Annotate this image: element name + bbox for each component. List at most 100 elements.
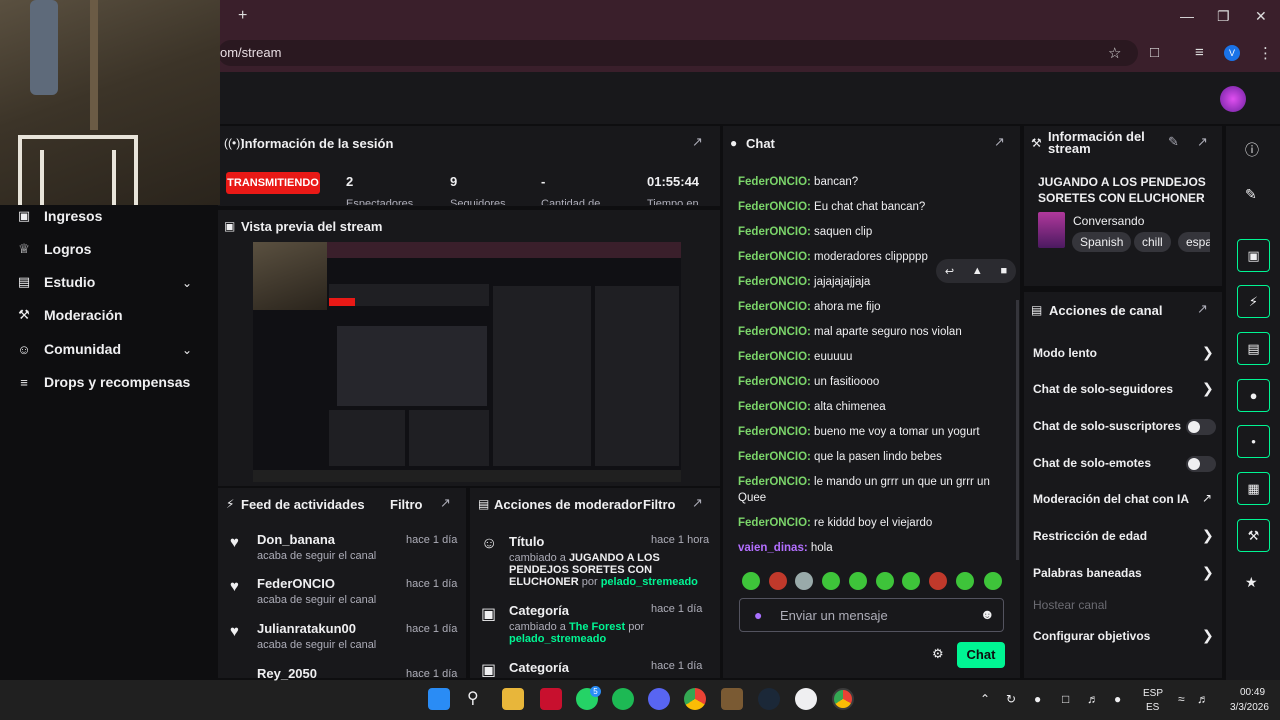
- minecraft-icon[interactable]: [721, 688, 743, 710]
- camera-icon[interactable]: ▣: [1237, 239, 1270, 272]
- nav-item[interactable]: ☺ Comunidad: [16, 341, 121, 357]
- channel-action-label[interactable]: Chat de solo-seguidores: [1033, 382, 1173, 396]
- chat-message[interactable]: FederONCIO: Eu chat chat bancan?: [738, 199, 1003, 215]
- extensions-icon[interactable]: □: [1150, 44, 1159, 61]
- nav-item[interactable]: ♕ Logros: [16, 241, 91, 257]
- chat-scrollbar[interactable]: [1016, 300, 1019, 560]
- mod-popout-icon[interactable]: ↗: [692, 495, 703, 511]
- feed-item-name[interactable]: Julianratakun00: [257, 621, 356, 636]
- chat-icon[interactable]: ●: [1237, 379, 1270, 412]
- chevron-right-icon[interactable]: ❯: [1202, 344, 1214, 361]
- tag-chip[interactable]: Spanish: [1072, 232, 1132, 252]
- channel-action-label[interactable]: Configurar objetivos: [1033, 629, 1150, 643]
- emote-icon[interactable]: [742, 572, 760, 590]
- chat-username[interactable]: FederONCIO: [738, 517, 807, 529]
- app-icon[interactable]: [795, 688, 817, 710]
- mic-tray-icon[interactable]: ●: [1114, 692, 1121, 706]
- chat-message[interactable]: FederONCIO: le mando un grrr un que un g…: [738, 474, 1003, 506]
- toggle-switch[interactable]: [1186, 419, 1216, 435]
- chat-message[interactable]: FederONCIO: bancan?: [738, 174, 1003, 190]
- chat-username[interactable]: FederONCIO: [738, 326, 807, 338]
- channel-action-label[interactable]: Modo lento: [1033, 346, 1097, 360]
- chat-username[interactable]: FederONCIO: [738, 276, 807, 288]
- chat-username[interactable]: FederONCIO: [738, 251, 807, 263]
- chat-username[interactable]: FederONCIO: [738, 426, 807, 438]
- channel-action-label[interactable]: Chat de solo-emotes: [1033, 456, 1151, 470]
- emote-icon[interactable]: [876, 572, 894, 590]
- tag-chip[interactable]: espa: [1178, 232, 1210, 252]
- chat-username[interactable]: FederONCIO: [738, 351, 807, 363]
- chat-username[interactable]: FederONCIO: [738, 176, 807, 188]
- channel-action-label[interactable]: Restricción de edad: [1033, 529, 1147, 543]
- emoji-icon[interactable]: ☻: [980, 606, 995, 622]
- clock-time[interactable]: 00:49: [1240, 687, 1265, 698]
- broadcast-icon[interactable]: •: [1237, 425, 1270, 458]
- emote-icon[interactable]: [929, 572, 947, 590]
- emote-icon[interactable]: [902, 572, 920, 590]
- chat-message[interactable]: FederONCIO: un fasitioooo: [738, 374, 1003, 390]
- maximize-icon[interactable]: ❐: [1217, 8, 1230, 25]
- feed-item-name[interactable]: Rey_2050: [257, 666, 317, 681]
- document-icon[interactable]: ▤: [1237, 332, 1270, 365]
- feed-item-name[interactable]: Don_banana: [257, 532, 335, 547]
- usb-icon[interactable]: □: [1062, 692, 1069, 706]
- media-icon[interactable]: ≡: [1195, 44, 1204, 61]
- emote-icon[interactable]: [769, 572, 787, 590]
- chat-message[interactable]: FederONCIO: jajajajajjaja: [738, 274, 1003, 290]
- mic-icon[interactable]: ●: [754, 607, 762, 623]
- url-text[interactable]: om/stream: [220, 45, 281, 60]
- chevron-right-icon[interactable]: ❯: [1202, 627, 1214, 644]
- feed-item-name[interactable]: FederONCIO: [257, 576, 335, 591]
- chat-username[interactable]: FederONCIO: [738, 376, 807, 388]
- chat-username[interactable]: FederONCIO: [738, 476, 807, 488]
- emote-icon[interactable]: [984, 572, 1002, 590]
- chrome-icon[interactable]: [684, 688, 706, 710]
- info-icon[interactable]: ⓘ: [1245, 140, 1259, 160]
- wifi-icon[interactable]: ≈: [1178, 692, 1185, 706]
- settings-icon[interactable]: ⚙: [932, 646, 944, 662]
- tray-chevron-icon[interactable]: ⌃: [980, 692, 990, 706]
- profile-avatar[interactable]: V: [1224, 45, 1240, 61]
- nav-item[interactable]: ≡ Drops y recompensas: [16, 374, 190, 390]
- chat-message[interactable]: FederONCIO: que la pasen lindo bebes: [738, 449, 1003, 465]
- layout-icon[interactable]: ▦: [1237, 472, 1270, 505]
- external-link-icon[interactable]: ↗: [1202, 491, 1212, 505]
- steam-tray-icon[interactable]: ●: [1034, 692, 1041, 706]
- channel-actions-popout-icon[interactable]: ↗: [1197, 301, 1208, 317]
- star-icon[interactable]: ☆: [1108, 44, 1121, 62]
- emote-icon[interactable]: [822, 572, 840, 590]
- stream-info-popout-icon[interactable]: ↗: [1197, 134, 1208, 150]
- pencil-icon[interactable]: ✎: [1245, 186, 1257, 203]
- chat-popout-icon[interactable]: ↗: [994, 134, 1005, 150]
- minimize-icon[interactable]: —: [1180, 8, 1194, 24]
- nav-item[interactable]: ▣ Ingresos: [16, 208, 103, 224]
- search-icon[interactable]: ⚲: [467, 688, 479, 708]
- chat-username[interactable]: FederONCIO: [738, 301, 807, 313]
- nav-item[interactable]: ▤ Estudio: [16, 274, 96, 290]
- chevron-right-icon[interactable]: ❯: [1202, 527, 1214, 544]
- tag-chip[interactable]: chill: [1134, 232, 1171, 252]
- steam-icon[interactable]: [758, 688, 780, 710]
- windows-start-icon[interactable]: [428, 688, 450, 710]
- chevron-down-icon[interactable]: ⌄: [182, 276, 192, 290]
- mod-filter-button[interactable]: Filtro: [643, 497, 676, 512]
- file-explorer-icon[interactable]: [502, 688, 524, 710]
- chat-message[interactable]: FederONCIO: ahora me fijo: [738, 299, 1003, 315]
- chat-username[interactable]: vaien_dinas: [738, 542, 804, 554]
- send-chat-button[interactable]: Chat: [957, 642, 1005, 668]
- volume-icon[interactable]: ♬: [1087, 692, 1099, 706]
- chat-message[interactable]: FederONCIO: bueno me voy a tomar un yogu…: [738, 424, 1003, 440]
- emote-icon[interactable]: [795, 572, 813, 590]
- toggle-switch[interactable]: [1186, 456, 1216, 472]
- emote-icon[interactable]: [849, 572, 867, 590]
- close-icon[interactable]: ✕: [1255, 8, 1267, 25]
- share-icon[interactable]: ★: [1245, 574, 1258, 591]
- chevron-right-icon[interactable]: ❯: [1202, 564, 1214, 581]
- chat-message[interactable]: FederONCIO: re kiddd boy el viejardo: [738, 515, 1003, 531]
- chat-username[interactable]: FederONCIO: [738, 201, 807, 213]
- spotify-icon[interactable]: [612, 688, 634, 710]
- emote-icon[interactable]: [956, 572, 974, 590]
- speaker-icon[interactable]: ♬: [1197, 692, 1209, 706]
- chat-username[interactable]: FederONCIO: [738, 226, 807, 238]
- lightning-icon[interactable]: ⚡: [1237, 285, 1270, 318]
